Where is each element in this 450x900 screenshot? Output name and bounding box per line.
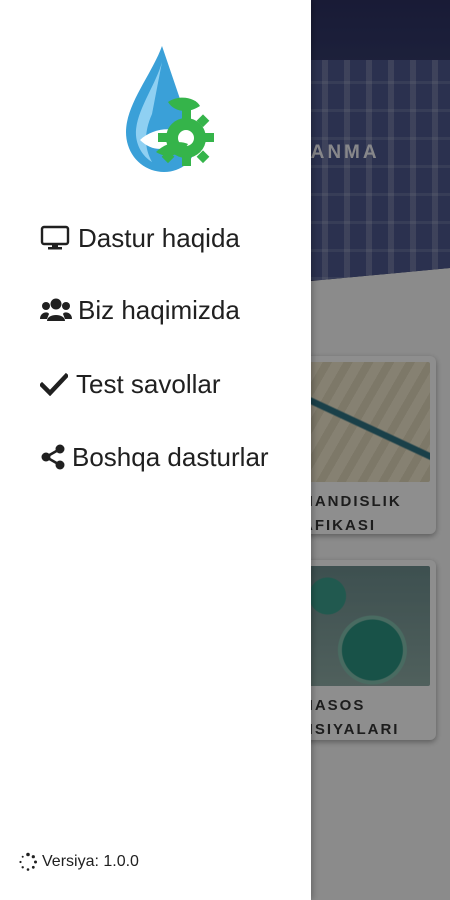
app-logo	[126, 46, 214, 172]
menu-item-label: Biz haqimizda	[78, 294, 240, 325]
spinner-icon	[18, 852, 38, 872]
menu-item-biz-haqimizda[interactable]: Biz haqimizda	[40, 290, 240, 330]
navigation-drawer: Dastur haqida Biz haqimizda Test savolla…	[0, 0, 311, 900]
users-icon	[40, 297, 72, 323]
menu-item-label: Boshqa dasturlar	[72, 441, 269, 472]
menu-item-label: Test savollar	[76, 368, 221, 399]
version-label: Versiya: 1.0.0	[42, 853, 139, 870]
desktop-icon	[40, 225, 70, 251]
share-icon	[40, 444, 66, 470]
version-info: Versiya: 1.0.0	[18, 852, 139, 872]
menu-item-boshqa-dasturlar[interactable]: Boshqa dasturlar	[40, 437, 269, 477]
menu-item-test-savollar[interactable]: Test savollar	[40, 364, 221, 404]
menu-item-dastur-haqida[interactable]: Dastur haqida	[40, 218, 240, 258]
menu-item-label: Dastur haqida	[78, 222, 240, 253]
check-icon	[40, 372, 68, 396]
